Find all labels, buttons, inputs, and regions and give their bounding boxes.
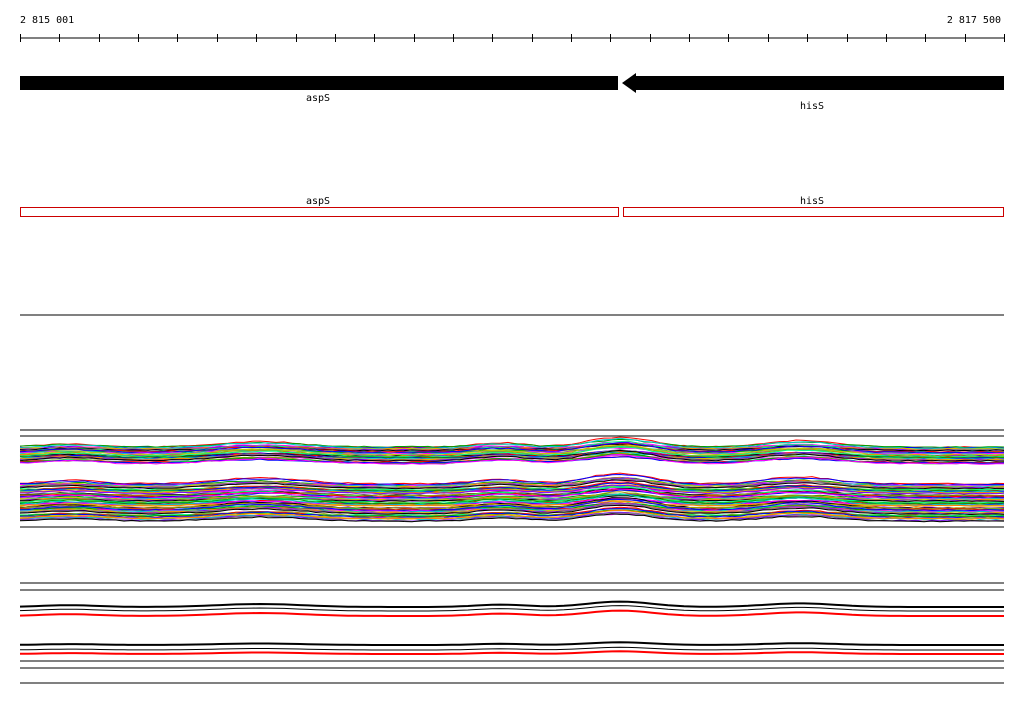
annotation-aspS-box[interactable] <box>20 207 619 217</box>
aggregate-line-primary-lower <box>19 641 1004 646</box>
aggregate-line-secondary-lower <box>19 646 1004 651</box>
gene-track: aspS hisS <box>20 73 1004 112</box>
aggregate-line-red-lower <box>19 650 1004 655</box>
gene-aspS-label: aspS <box>306 93 330 104</box>
profile-lines-upper <box>19 436 1005 465</box>
annotation-hisS-label: hisS <box>800 196 824 207</box>
profile-lines-lower <box>19 472 1005 523</box>
gene-hisS-label: hisS <box>800 101 824 112</box>
expression-profile-track <box>19 429 1005 528</box>
annotation-track: aspS hisS <box>20 196 1004 217</box>
aggregate-profile-track <box>19 582 1004 684</box>
aggregate-line-red-upper <box>19 609 1004 617</box>
annotation-hisS-box[interactable] <box>623 207 1004 217</box>
gene-aspS-bar[interactable] <box>20 76 618 90</box>
coordinate-ruler: 2 815 001 2 817 500 <box>20 15 1005 42</box>
aggregate-lines <box>19 600 1004 655</box>
genome-browser-view: 2 815 001 2 817 500 aspS hisS aspS hisS <box>19 15 1005 684</box>
gene-hisS-arrow[interactable] <box>622 73 1004 93</box>
ruler-end-label: 2 817 500 <box>947 15 1001 26</box>
aggregate-line-primary-upper <box>19 600 1004 608</box>
annotation-aspS-label: aspS <box>306 196 330 207</box>
ruler-start-label: 2 815 001 <box>20 15 74 26</box>
